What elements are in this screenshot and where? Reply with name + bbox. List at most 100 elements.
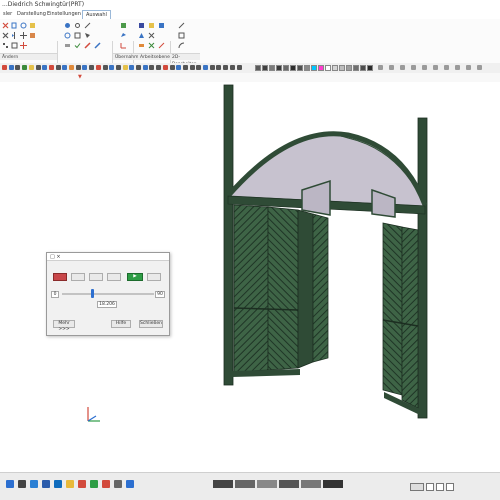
toolbar-tool-icon[interactable] — [203, 65, 208, 70]
frame-icon[interactable] — [120, 22, 127, 29]
toolbar-tool-icon[interactable] — [236, 65, 242, 70]
toolbar-tool-icon[interactable] — [136, 65, 141, 70]
2d-arc-icon[interactable] — [178, 42, 185, 49]
toolbar-misc-icon[interactable] — [389, 65, 394, 70]
snap-end-icon[interactable] — [74, 22, 81, 29]
toolbar-tool-icon[interactable] — [229, 65, 235, 70]
toolbar-tool-icon[interactable] — [82, 65, 88, 70]
toolbar-tool-icon[interactable] — [48, 65, 54, 70]
toolbar-tool-icon[interactable] — [42, 65, 48, 70]
toolbar-tool-icon[interactable] — [209, 65, 215, 70]
toolbar-misc-icon[interactable] — [378, 65, 383, 70]
toolbar-misc-icon[interactable] — [444, 65, 449, 70]
rewind-button[interactable] — [71, 273, 85, 281]
color-swatch[interactable] — [262, 65, 268, 71]
tag-icon[interactable] — [138, 42, 145, 49]
color-swatch[interactable] — [283, 65, 289, 71]
explorer-icon[interactable] — [66, 480, 74, 488]
toolbar-tool-icon[interactable] — [2, 65, 7, 70]
toolbar-tool-icon[interactable] — [162, 65, 168, 70]
2d-line-icon[interactable] — [178, 22, 185, 29]
toolbar-misc-icon[interactable] — [455, 65, 460, 70]
layer-icon[interactable] — [64, 42, 71, 49]
color-swatch[interactable] — [353, 65, 359, 71]
offset-icon[interactable] — [29, 32, 36, 39]
tab-file[interactable]: sler — [0, 10, 15, 19]
axis-icon[interactable] — [120, 42, 127, 49]
play-button[interactable]: ▶ — [127, 273, 143, 281]
toolbar-tool-icon[interactable] — [122, 65, 128, 70]
toolbar-tool-icon[interactable] — [223, 65, 229, 70]
toolbar-tool-icon[interactable] — [109, 65, 115, 70]
toolbar-tool-icon[interactable] — [176, 65, 182, 70]
group-icon[interactable] — [2, 42, 9, 49]
cube-icon[interactable] — [138, 22, 145, 29]
view-side-icon[interactable] — [148, 32, 155, 39]
toolbar-misc-icon[interactable] — [422, 65, 427, 70]
windows-icon[interactable] — [6, 480, 14, 488]
check-icon[interactable] — [74, 42, 81, 49]
toolbar-tool-icon[interactable] — [115, 65, 121, 70]
current-angle-field[interactable]: 18.206 — [97, 301, 117, 308]
word-icon[interactable] — [42, 480, 50, 488]
cross-icon[interactable] — [148, 42, 155, 49]
toolbar-tool-icon[interactable] — [35, 65, 41, 70]
transform-icon[interactable] — [158, 42, 165, 49]
color-swatch[interactable] — [360, 65, 366, 71]
pick-icon[interactable] — [84, 32, 91, 39]
color-swatch[interactable] — [311, 65, 317, 71]
zoom-icon[interactable] — [74, 32, 81, 39]
brush-icon[interactable] — [84, 42, 91, 49]
chrome-icon[interactable] — [78, 480, 86, 488]
toolbar-tool-icon[interactable] — [102, 65, 108, 70]
color-swatch[interactable] — [325, 65, 331, 71]
view-front-icon[interactable] — [138, 32, 145, 39]
align-icon[interactable] — [11, 42, 18, 49]
edit-icon[interactable] — [94, 42, 101, 49]
tab-settings[interactable]: Einstellungen — [44, 10, 84, 19]
toolbar-tool-icon[interactable] — [89, 65, 95, 70]
close-dialog-button[interactable]: Schließen — [139, 320, 163, 328]
color-swatch[interactable] — [304, 65, 310, 71]
plane-icon[interactable] — [120, 32, 127, 39]
toolbar-tool-icon[interactable] — [28, 65, 34, 70]
snap-mid-icon[interactable] — [84, 22, 91, 29]
toolbar-tool-icon[interactable] — [196, 65, 202, 70]
angle-slider-thumb[interactable] — [90, 289, 94, 298]
app-icon[interactable] — [102, 480, 110, 488]
toolbar-misc-icon[interactable] — [466, 65, 471, 70]
start-angle-field[interactable]: 0 — [51, 291, 59, 298]
toolbar-misc-icon[interactable] — [400, 65, 405, 70]
store-icon[interactable] — [90, 480, 98, 488]
cut-icon[interactable] — [2, 22, 9, 29]
measure-icon[interactable] — [64, 32, 71, 39]
color-swatch[interactable] — [332, 65, 338, 71]
toolbar-tool-icon[interactable] — [75, 65, 81, 70]
extra-icon[interactable] — [126, 480, 134, 488]
2d-rect-icon[interactable] — [178, 32, 185, 39]
toolbar-tool-icon[interactable] — [69, 65, 74, 70]
move-icon[interactable] — [20, 32, 27, 39]
rotate-icon[interactable] — [20, 22, 27, 29]
color-swatch[interactable] — [318, 65, 324, 71]
angle-slider-track[interactable] — [62, 293, 154, 295]
shading-icon[interactable] — [148, 22, 155, 29]
nav-end-button[interactable] — [446, 483, 454, 491]
toolbar-tool-icon[interactable] — [22, 65, 28, 70]
toolbar-misc-icon[interactable] — [411, 65, 416, 70]
toolbar-tool-icon[interactable] — [169, 65, 175, 70]
pan-icon[interactable] — [20, 42, 27, 49]
prev-button[interactable] — [410, 483, 424, 491]
toolbar-tool-icon[interactable] — [182, 65, 188, 70]
color-swatch[interactable] — [276, 65, 282, 71]
color-swatch[interactable] — [255, 65, 261, 71]
more-button[interactable]: Mehr >>> — [53, 320, 75, 332]
color-swatch[interactable] — [339, 65, 345, 71]
color-swatch[interactable] — [269, 65, 275, 71]
toolbar-tool-icon[interactable] — [142, 65, 148, 70]
delete-icon[interactable] — [2, 32, 9, 39]
snap-icon[interactable] — [64, 22, 71, 29]
step-back-button[interactable] — [89, 273, 103, 281]
toolbar-misc-icon[interactable] — [477, 65, 482, 70]
fast-forward-button[interactable] — [147, 273, 161, 281]
